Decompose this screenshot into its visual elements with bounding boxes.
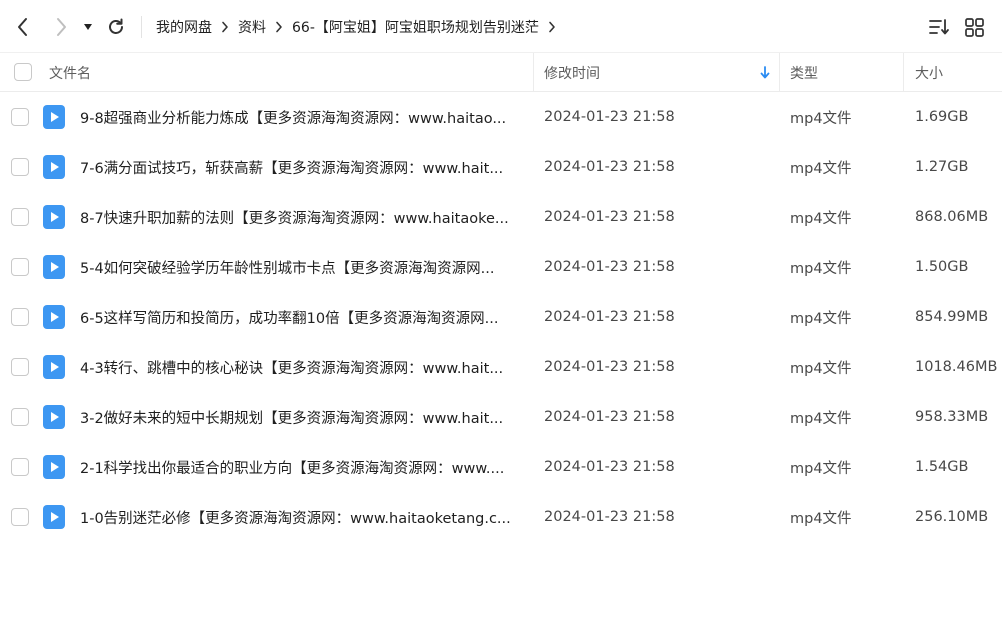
row-checkbox[interactable] [11,258,29,276]
file-name: 9-8超强商业分析能力炼成【更多资源海淘资源网：www.haitao... [80,110,507,127]
grid-view-button[interactable] [962,14,986,40]
column-divider[interactable] [533,53,534,92]
file-name: 3-2做好未来的短中长期规划【更多资源海淘资源网：www.hait... [80,410,504,427]
file-size: 958.33MB [915,409,989,425]
file-name: 4-3转行、跳槽中的核心秘诀【更多资源海淘资源网：www.hait... [80,360,504,377]
file-type: mp4文件 [790,160,852,177]
grid-view-icon [964,17,984,37]
file-name: 7-6满分面试技巧，斩获高薪【更多资源海淘资源网：www.hait... [80,160,504,177]
file-name: 6-5这样写简历和投简历，成功率翻10倍【更多资源海淘资源网... [80,310,499,327]
refresh-button[interactable] [104,14,128,40]
table-row[interactable]: 7-6满分面试技巧，斩获高薪【更多资源海淘资源网：www.hait... 202… [0,142,1002,192]
file-name: 5-4如何突破经验学历年龄性别城市卡点【更多资源海淘资源网... [80,260,495,277]
breadcrumb-item-folder[interactable]: 资料 [238,17,266,37]
video-file-icon [43,455,65,479]
file-size: 854.99MB [915,309,989,325]
row-checkbox[interactable] [11,308,29,326]
video-file-icon [43,205,65,229]
video-file-icon [43,305,65,329]
row-checkbox[interactable] [11,208,29,226]
row-checkbox[interactable] [11,108,29,126]
video-file-icon [43,155,65,179]
row-checkbox[interactable] [11,358,29,376]
video-file-icon [43,105,65,129]
file-type: mp4文件 [790,410,852,427]
chevron-right-icon[interactable] [539,17,565,37]
table-row[interactable]: 9-8超强商业分析能力炼成【更多资源海淘资源网：www.haitao... 20… [0,92,1002,142]
toolbar: 我的网盘 资料 66-【阿宝姐】阿宝姐职场规划告别迷茫 [0,0,1002,53]
select-all-checkbox[interactable] [14,63,32,81]
breadcrumb-item-current[interactable]: 66-【阿宝姐】阿宝姐职场规划告别迷茫 [292,17,539,37]
breadcrumb-item-root[interactable]: 我的网盘 [156,17,212,37]
table-row[interactable]: 6-5这样写简历和投简历，成功率翻10倍【更多资源海淘资源网... 2024-0… [0,292,1002,342]
file-type: mp4文件 [790,110,852,127]
file-size: 1.27GB [915,159,969,175]
file-type: mp4文件 [790,360,852,377]
history-dropdown-button[interactable] [79,14,97,40]
row-checkbox[interactable] [11,458,29,476]
caret-down-icon [84,24,92,30]
table-row[interactable]: 2-1科学找出你最适合的职业方向【更多资源海淘资源网：www.... 2024-… [0,442,1002,492]
file-name: 8-7快速升职加薪的法则【更多资源海淘资源网：www.haitaoke... [80,210,509,227]
table-row[interactable]: 3-2做好未来的短中长期规划【更多资源海淘资源网：www.hait... 202… [0,392,1002,442]
file-size: 1018.46MB [915,359,998,375]
sort-button[interactable] [927,14,951,40]
file-name: 1-0告别迷茫必修【更多资源海淘资源网：www.haitaoketang.c..… [80,510,511,527]
file-type: mp4文件 [790,310,852,327]
file-type: mp4文件 [790,510,852,527]
table-row[interactable]: 4-3转行、跳槽中的核心秘诀【更多资源海淘资源网：www.hait... 202… [0,342,1002,392]
file-name: 2-1科学找出你最适合的职业方向【更多资源海淘资源网：www.... [80,460,505,477]
video-file-icon [43,355,65,379]
file-size: 1.69GB [915,109,969,125]
column-divider[interactable] [779,53,780,92]
file-size: 868.06MB [915,209,989,225]
sort-arrow-icon[interactable] [760,53,770,92]
header-size[interactable]: 大小 [915,53,943,92]
table-row[interactable]: 5-4如何突破经验学历年龄性别城市卡点【更多资源海淘资源网... 2024-01… [0,242,1002,292]
refresh-icon [109,18,123,34]
row-checkbox[interactable] [11,508,29,526]
column-divider[interactable] [903,53,904,92]
chevron-left-icon [18,18,27,36]
row-checkbox[interactable] [11,408,29,426]
header-name[interactable]: 文件名 [49,53,91,92]
header-type[interactable]: 类型 [790,53,818,92]
file-type: mp4文件 [790,260,852,277]
video-file-icon [43,405,65,429]
file-size: 256.10MB [915,509,989,525]
toolbar-divider [141,16,142,38]
file-size: 1.50GB [915,259,969,275]
file-type: mp4文件 [790,460,852,477]
file-size: 1.54GB [915,459,969,475]
file-modified: 2024-01-23 21:58 [544,259,675,275]
chevron-right-icon [212,17,238,37]
back-button[interactable] [11,14,35,40]
chevron-right-icon [266,17,292,37]
table-row[interactable]: 8-7快速升职加薪的法则【更多资源海淘资源网：www.haitaoke... 2… [0,192,1002,242]
file-modified: 2024-01-23 21:58 [544,209,675,225]
file-modified: 2024-01-23 21:58 [544,309,675,325]
table-header: 文件名 修改时间 类型 大小 [0,53,1002,92]
file-modified: 2024-01-23 21:58 [544,159,675,175]
sort-list-icon [929,19,949,35]
file-modified: 2024-01-23 21:58 [544,409,675,425]
file-modified: 2024-01-23 21:58 [544,109,675,125]
file-modified: 2024-01-23 21:58 [544,509,675,525]
video-file-icon [43,255,65,279]
file-modified: 2024-01-23 21:58 [544,459,675,475]
table-row[interactable]: 1-0告别迷茫必修【更多资源海淘资源网：www.haitaoketang.c..… [0,492,1002,542]
file-modified: 2024-01-23 21:58 [544,359,675,375]
forward-button[interactable] [49,14,73,40]
file-type: mp4文件 [790,210,852,227]
chevron-right-icon [57,18,66,36]
row-checkbox[interactable] [11,158,29,176]
video-file-icon [43,505,65,529]
breadcrumb: 我的网盘 资料 66-【阿宝姐】阿宝姐职场规划告别迷茫 [156,0,565,53]
header-modified[interactable]: 修改时间 [544,53,600,92]
